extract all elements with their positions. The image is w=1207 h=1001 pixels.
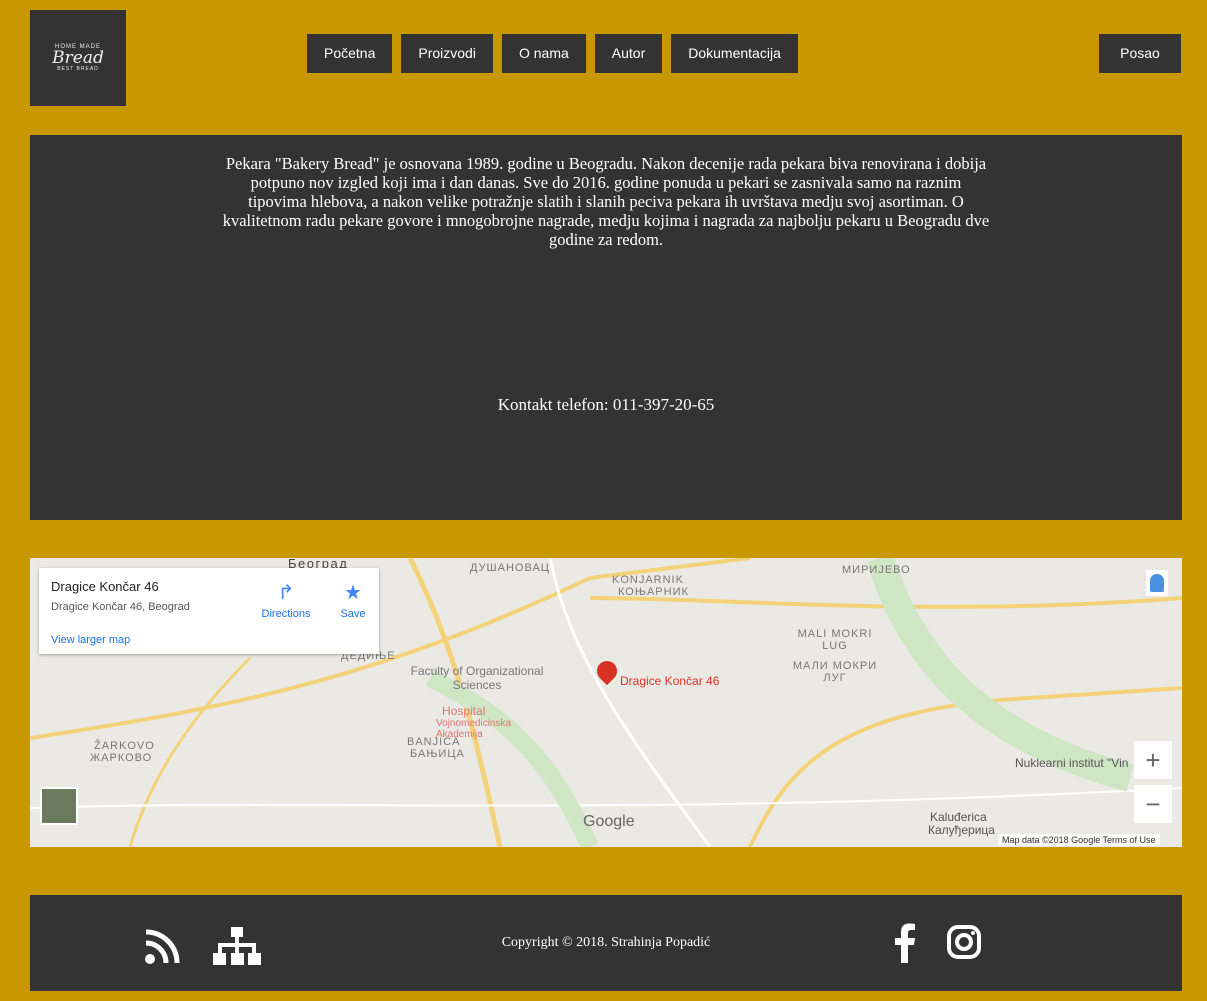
label-kaludjerica-cyr: Калуђерица [928,823,995,837]
about-section: Pekara "Bakery Bread" je osnovana 1989. … [30,135,1182,520]
label-faculty: Faculty of Organizational Sciences [410,664,544,692]
label-kaludjerica: Kaluđerica [930,810,987,824]
directions-icon: ↱ [277,582,295,604]
place-card: Dragice Končar 46 Dragice Končar 46, Beo… [39,568,379,654]
save-label: Save [340,608,366,620]
logo-word: Bread [52,48,104,68]
label-konjarnik-cyr: КОЊАРНИК [618,586,689,598]
label-mali-mokri-lug-cyr: МАЛИ МОКРИ ЛУГ [792,660,878,684]
satellite-toggle[interactable] [40,787,78,825]
directions-label: Directions [261,608,311,620]
map-attribution[interactable]: Map data ©2018 Google Terms of Use [998,834,1160,846]
about-text: Pekara "Bakery Bread" je osnovana 1989. … [222,154,990,249]
pegman-icon[interactable] [1146,570,1168,596]
star-icon: ★ [344,582,362,604]
pin-label: Dragice Končar 46 [620,674,720,688]
nav-posao[interactable]: Posao [1099,34,1181,73]
map-embed[interactable]: Београд ДУШАНОВАЦ KONJARNIK КОЊАРНИК МИР… [30,558,1182,847]
nav-pocetna[interactable]: Početna [307,34,393,73]
logo[interactable]: HOME MADE Bread BEST BREAD [30,10,126,106]
directions-button[interactable]: ↱ Directions [258,580,314,620]
label-mali-mokri-lug: MALI MOKRI LUG [797,628,873,652]
main-nav: Početna Proizvodi O nama Autor Dokumenta… [307,34,807,73]
nav-dokumentacija[interactable]: Dokumentacija [671,34,798,73]
contact-phone: Kontakt telefon: 011-397-20-65 [497,395,715,414]
google-logo: Google [583,813,635,830]
view-larger-map-link[interactable]: View larger map [51,634,130,646]
label-hospital: Hospital [442,704,486,718]
zoom-in-button[interactable]: + [1134,741,1172,779]
label-nuklearni: Nuklearni institut "Vin [1015,756,1129,770]
facebook-icon[interactable] [894,923,916,963]
label-konjarnik: KONJARNIK [612,574,684,586]
label-banjica: BANJICA [407,736,461,748]
label-mirijevo: МИРИЈЕВО [842,564,911,576]
footer: Copyright © 2018. Strahinja Popadić [30,895,1182,991]
logo-sub-text: BEST BREAD [57,66,99,72]
instagram-icon[interactable] [947,925,981,959]
label-dushanovac: ДУШАНОВАЦ [470,562,550,574]
copyright-text: Copyright © 2018. Strahinja Popadić [501,935,711,950]
label-zarkovo-cyr: ЖАРКОВО [90,752,153,764]
nav-autor[interactable]: Autor [594,34,663,73]
label-banjica-cyr: БАЊИЦА [410,748,465,760]
zoom-out-button[interactable]: − [1134,785,1172,823]
place-title: Dragice Končar 46 [51,579,159,594]
nav-o-nama[interactable]: O nama [501,34,586,73]
place-address: Dragice Končar 46, Beograd [51,601,190,613]
label-zarkovo: ŽARKOVO [94,740,155,752]
nav-proizvodi[interactable]: Proizvodi [401,34,493,73]
save-button[interactable]: ★ Save [338,580,368,620]
